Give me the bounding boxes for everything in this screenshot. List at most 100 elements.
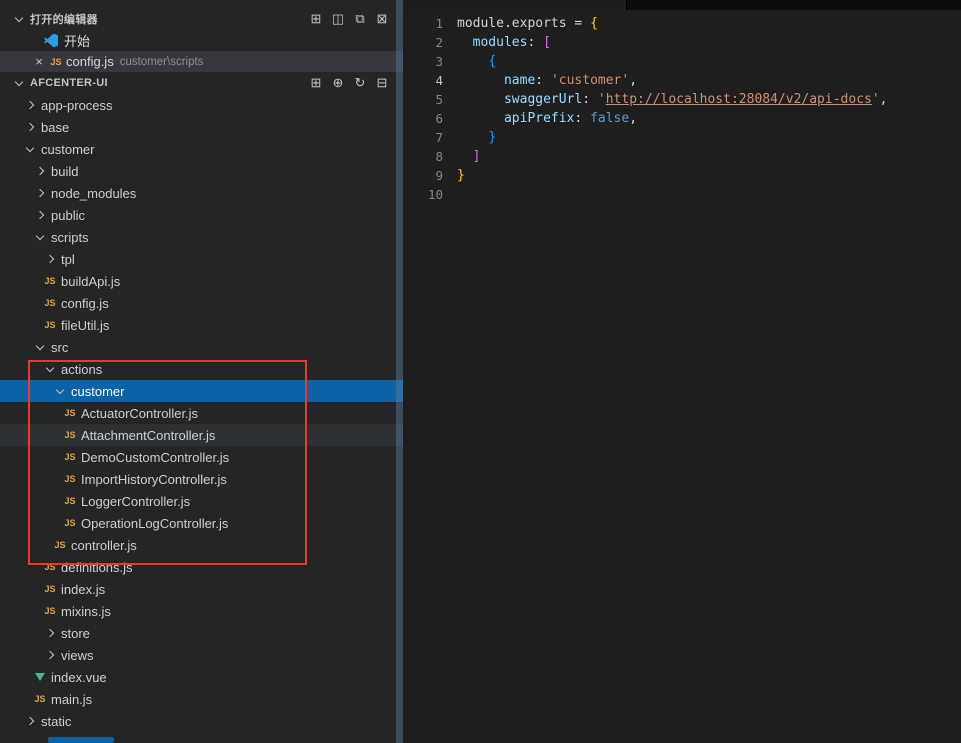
tree-file-DemoCustomController.js[interactable]: JSDemoCustomController.js [0,446,403,468]
code-line-1[interactable]: 1 module.exports = { [403,14,961,33]
line-number: 3 [403,52,443,71]
code-line-7[interactable]: 7 } [403,128,961,147]
file-tree: app-process base customer buildnode_modules… [0,94,403,732]
chevron-right-icon [32,213,48,218]
explorer-sidebar: 打开的编辑器 ⊞◫⧉⊠ 开始×JSconfig.jscustomer\scrip… [0,0,403,743]
open-editors-header[interactable]: 打开的编辑器 ⊞◫⧉⊠ [0,8,403,30]
code-line-9[interactable]: 9} [403,166,961,185]
line-number: 1 [403,14,443,33]
tree-file-main.js[interactable]: JSmain.js [0,688,403,710]
tree-item-label: mixins.js [61,604,111,619]
tree-folder-actions[interactable]: actions [0,358,403,380]
tree-folder-base[interactable]: base [0,116,403,138]
tree-file-ImportHistoryController.js[interactable]: JSImportHistoryController.js [0,468,403,490]
tree-file-controller.js[interactable]: JScontroller.js [0,534,403,556]
code-line-4[interactable]: 4 name: 'customer', [403,71,961,90]
code-line-2[interactable]: 2 modules: [ [403,33,961,52]
code-line-text: ] [457,147,480,166]
js-file-icon: JS [62,496,78,506]
tree-file-AttachmentController.js[interactable]: JSAttachmentController.js [0,424,403,446]
chevron-down-icon [15,77,23,85]
tree-file-buildApi.js[interactable]: JSbuildApi.js [0,270,403,292]
tree-folder-views[interactable]: views [0,644,403,666]
tree-folder-build[interactable]: build [0,160,403,182]
tree-file-ActuatorController.js[interactable]: JSActuatorController.js [0,402,403,424]
js-file-icon: JS [62,430,78,440]
save-all-icon[interactable]: ⧉ [349,10,371,28]
tree-item-label: OperationLogController.js [81,516,228,531]
tree-folder-customer[interactable]: customer [0,380,403,402]
close-all-editors-icon[interactable]: ⊠ [371,10,393,28]
code-line-5[interactable]: 5 swaggerUrl: 'http://localhost:28084/v2… [403,90,961,109]
js-file-icon: JS [32,694,48,704]
tree-file-config.js[interactable]: JSconfig.js [0,292,403,314]
tree-folder-src[interactable]: src [0,336,403,358]
js-file-icon: JS [42,606,58,616]
code-area[interactable]: 1 module.exports = {2 modules: [3 {4 name… [403,10,961,204]
tree-folder-store[interactable]: store [0,622,403,644]
tree-file-index.js[interactable]: JSindex.js [0,578,403,600]
tree-folder-customer[interactable]: customer [0,138,403,160]
code-line-8[interactable]: 8 ] [403,147,961,166]
open-editors-title: 打开的编辑器 [30,11,98,27]
editor-item-path: customer\scripts [120,56,204,68]
project-section-header[interactable]: AFCENTER-UI ⊞⊕↻⊟ [0,72,403,94]
tree-item-label: src [51,340,68,355]
code-line-3[interactable]: 3 { [403,52,961,71]
chevron-down-icon [32,346,48,349]
tree-item-label: customer [41,142,94,157]
tree-item-label: views [61,648,94,663]
js-file-icon: JS [62,474,78,484]
collapse-all-icon[interactable]: ⊟ [371,74,393,92]
js-file-icon: JS [62,518,78,528]
tree-item-label: customer [71,384,124,399]
tree-file-LoggerController.js[interactable]: JSLoggerController.js [0,490,403,512]
tree-item-label: app-process [41,98,113,113]
close-icon[interactable]: × [30,54,48,69]
js-file-icon: JS [52,540,68,550]
code-line-text: swaggerUrl: 'http://localhost:28084/v2/a… [457,90,888,109]
clipped-selection-sliver [48,737,114,743]
tree-folder-scripts[interactable]: scripts [0,226,403,248]
js-file-icon: JS [48,57,64,67]
tree-item-label: base [41,120,69,135]
tree-file-fileUtil.js[interactable]: JSfileUtil.js [0,314,403,336]
active-tab-strip[interactable] [403,0,627,10]
tree-folder-public[interactable]: public [0,204,403,226]
code-line-6[interactable]: 6 apiPrefix: false, [403,109,961,128]
tree-folder-static[interactable]: static [0,710,403,732]
editor-item-label: config.js [66,54,114,69]
tree-file-definitions.js[interactable]: JSdefinitions.js [0,556,403,578]
tree-item-label: DemoCustomController.js [81,450,229,465]
js-file-icon: JS [42,276,58,286]
project-title: AFCENTER-UI [30,77,108,89]
tree-folder-app-process[interactable]: app-process [0,94,403,116]
editor-tab-bar[interactable] [403,0,961,10]
line-number: 6 [403,109,443,128]
chevron-right-icon [32,191,48,196]
code-line-10[interactable]: 10 [403,185,961,204]
toggle-editor-layout-icon[interactable]: ◫ [327,10,349,28]
chevron-right-icon [42,257,58,262]
tree-folder-tpl[interactable]: tpl [0,248,403,270]
open-editor-item-开始[interactable]: 开始 [0,30,403,51]
js-file-icon: JS [42,584,58,594]
tree-item-label: definitions.js [61,560,133,575]
tree-file-mixins.js[interactable]: JSmixins.js [0,600,403,622]
tree-file-index.vue[interactable]: index.vue [0,666,403,688]
code-line-text: module.exports = { [457,14,598,33]
line-number: 7 [403,128,443,147]
new-file-icon[interactable]: ⊞ [305,74,327,92]
sidebar-scrollbar[interactable] [396,0,403,743]
tree-file-OperationLogController.js[interactable]: JSOperationLogController.js [0,512,403,534]
js-file-icon: JS [62,408,78,418]
refresh-icon[interactable]: ↻ [349,74,371,92]
new-folder-icon[interactable]: ⊕ [327,74,349,92]
tree-folder-node_modules[interactable]: node_modules [0,182,403,204]
new-untitled-file-icon[interactable]: ⊞ [305,10,327,28]
vscode-logo-icon [44,34,58,48]
tree-item-label: AttachmentController.js [81,428,215,443]
chevron-down-icon [32,236,48,239]
js-file-icon: JS [42,320,58,330]
open-editor-item-config.js[interactable]: ×JSconfig.js customer\scripts [0,51,403,72]
